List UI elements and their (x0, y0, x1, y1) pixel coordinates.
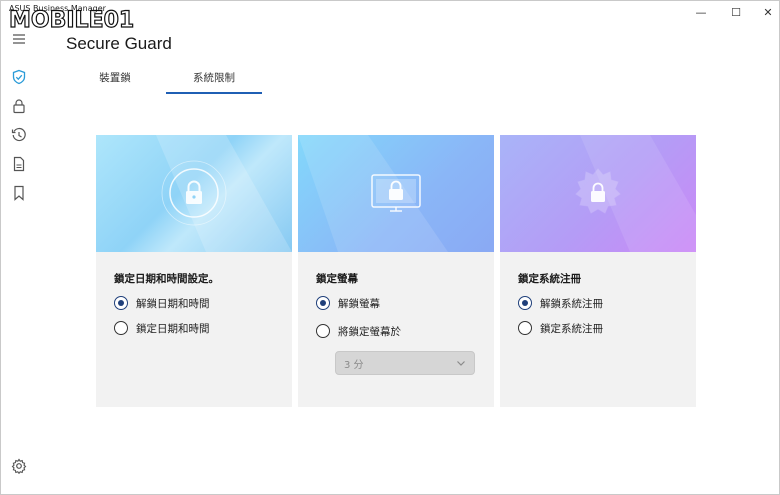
tab-bar: 裝置鎖 系統限制 (66, 61, 326, 95)
radio-label: 解鎖螢幕 (338, 297, 380, 310)
radio-unlock-datetime[interactable]: 解鎖日期和時間 (114, 295, 210, 311)
menu-icon (13, 34, 25, 44)
radio-lock-registry[interactable]: 鎖定系統注冊 (518, 320, 603, 336)
radio-unlock-registry[interactable]: 解鎖系統注冊 (518, 295, 603, 311)
card-datetime-lock: 鎖定日期和時間設定。 解鎖日期和時間 鎖定日期和時間 (96, 135, 292, 407)
radio-unselected[interactable] (518, 321, 532, 335)
app-window: ASUS Business Manager MOBILE01 — ☐ ✕ Sec (0, 0, 780, 495)
radio-label: 解鎖系統注冊 (540, 297, 603, 310)
page-title: Secure Guard (66, 34, 172, 53)
radio-unselected[interactable] (114, 321, 128, 335)
radio-lock-datetime[interactable]: 鎖定日期和時間 (114, 320, 210, 336)
minimize-button[interactable]: — (684, 1, 718, 23)
card-hero (298, 135, 494, 252)
lock-monitor-icon (298, 135, 448, 252)
select-value: 3 分 (344, 359, 364, 371)
card-hero (96, 135, 292, 252)
chevron-down-icon (457, 361, 465, 366)
radio-label: 解鎖日期和時間 (136, 297, 210, 310)
card-hero (500, 135, 696, 252)
close-button[interactable]: ✕ (751, 1, 780, 23)
radio-label: 鎖定日期和時間 (136, 322, 210, 335)
tab-label: 系統限制 (193, 72, 235, 84)
bookmark-icon (14, 185, 24, 201)
tab-system-restrictions[interactable]: 系統限制 (166, 61, 262, 94)
active-tab-indicator (166, 92, 262, 94)
lock-circle-icon (156, 135, 292, 252)
settings-icon (11, 458, 27, 474)
lock-timeout-select[interactable]: 3 分 (335, 351, 475, 375)
card-screen-lock: 鎖定螢幕 解鎖螢幕 將鎖定螢幕於 3 分 (298, 135, 494, 407)
menu-button[interactable] (7, 27, 31, 51)
lock-icon (13, 99, 25, 114)
card-title: 鎖定日期和時間設定。 (114, 273, 219, 285)
document-icon (13, 156, 25, 172)
radio-unlock-screen[interactable]: 解鎖螢幕 (316, 295, 380, 311)
nav-rail (1, 25, 37, 495)
radio-unselected[interactable] (316, 324, 330, 338)
tab-device-lock[interactable]: 裝置鎖 (66, 61, 164, 94)
radio-selected[interactable] (316, 296, 330, 310)
title-bar: ASUS Business Manager MOBILE01 — ☐ ✕ (1, 1, 780, 31)
radio-label: 鎖定系統注冊 (540, 322, 603, 335)
radio-selected[interactable] (518, 296, 532, 310)
card-registry-lock: 鎖定系統注冊 解鎖系統注冊 鎖定系統注冊 (500, 135, 696, 407)
nav-item-lock[interactable] (7, 94, 31, 118)
settings-button[interactable] (7, 454, 31, 478)
nav-item-history[interactable] (7, 123, 31, 147)
radio-label: 將鎖定螢幕於 (338, 325, 401, 338)
nav-item-bookmark[interactable] (7, 181, 31, 205)
card-title: 鎖定系統注冊 (518, 273, 581, 285)
history-icon (11, 127, 26, 142)
nav-item-secure-guard[interactable] (7, 65, 31, 89)
card-title: 鎖定螢幕 (316, 273, 358, 285)
lock-gear-icon (575, 135, 696, 252)
maximize-button[interactable]: ☐ (719, 1, 753, 23)
shield-check-icon (12, 69, 26, 85)
tab-label: 裝置鎖 (99, 72, 131, 84)
radio-selected[interactable] (114, 296, 128, 310)
nav-item-document[interactable] (7, 152, 31, 176)
radio-lock-screen-after[interactable]: 將鎖定螢幕於 (316, 323, 401, 339)
